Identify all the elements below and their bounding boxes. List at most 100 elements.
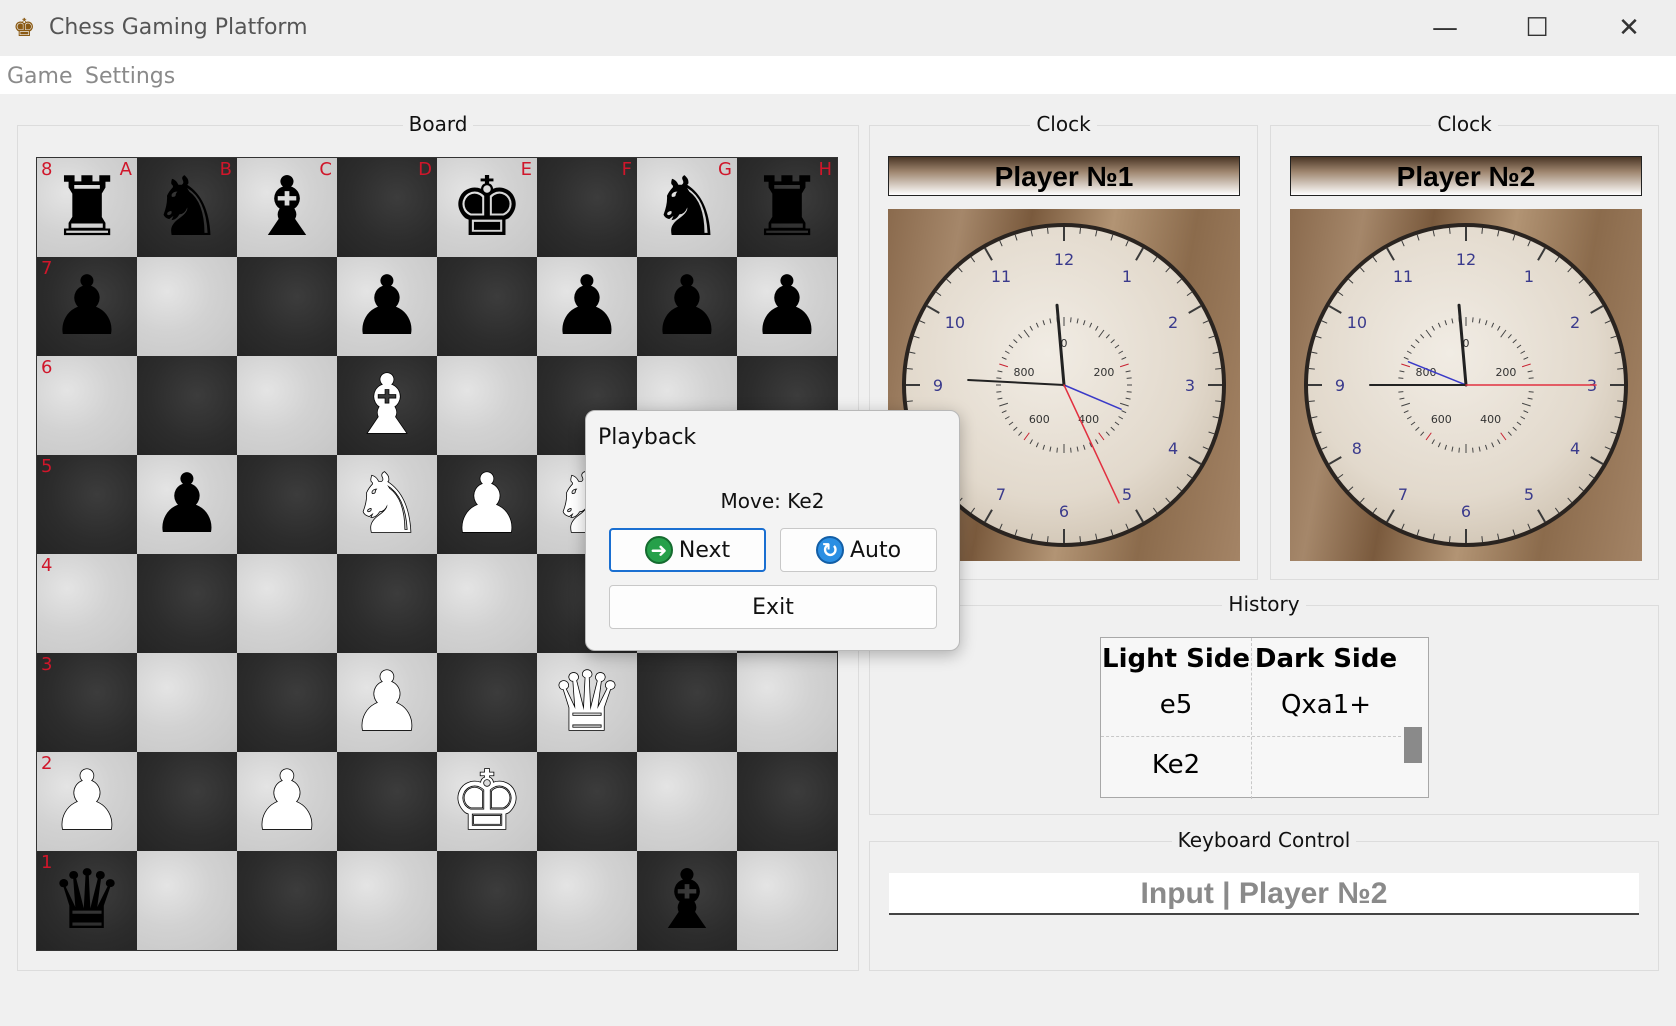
black-bishop-g1[interactable]: ♝ (637, 851, 737, 950)
black-pawn-b5[interactable]: ♟ (137, 455, 237, 554)
square-d8[interactable]: D (337, 158, 437, 257)
clock-hour-label: 3 (1185, 376, 1195, 395)
clock-hour-label: 6 (1461, 502, 1471, 521)
white-bishop-d6[interactable]: ♝ (337, 356, 437, 455)
white-knight-d5[interactable]: ♞ (337, 455, 437, 554)
clock-1-title: Clock (1030, 112, 1097, 136)
window-title: Chess Gaming Platform (49, 15, 308, 40)
black-king-e8[interactable]: ♚ (437, 158, 537, 257)
clock-hour-label: 5 (1524, 485, 1534, 504)
white-pawn-d3[interactable]: ♟ (337, 653, 437, 752)
refresh-icon: ↻ (815, 536, 844, 564)
clock-sub-label: 200 (1495, 366, 1516, 379)
clock-hour-label: 11 (1393, 267, 1413, 286)
clock-hour-label: 10 (945, 313, 965, 332)
history-row-1-dark[interactable]: Qxa1+ (1251, 690, 1401, 720)
black-knight-b8[interactable]: ♞ (137, 158, 237, 257)
square-e6[interactable] (437, 356, 537, 455)
square-c1[interactable] (237, 851, 337, 950)
square-e1[interactable] (437, 851, 537, 950)
square-h3[interactable] (737, 653, 837, 752)
clock-sub-label: 400 (1078, 413, 1099, 426)
black-pawn-d7[interactable]: ♟ (337, 257, 437, 356)
square-b2[interactable] (137, 752, 237, 851)
square-a4[interactable]: 4 (37, 554, 137, 653)
maximize-icon: ☐ (1525, 13, 1549, 43)
white-pawn-c2[interactable]: ♟ (237, 752, 337, 851)
clock-hour-label: 12 (1054, 250, 1074, 269)
menu-settings[interactable]: Settings (85, 64, 175, 89)
square-a5[interactable]: 5 (37, 455, 137, 554)
square-c6[interactable] (237, 356, 337, 455)
square-g2[interactable] (637, 752, 737, 851)
square-f2[interactable] (537, 752, 637, 851)
black-pawn-f7[interactable]: ♟ (537, 257, 637, 356)
square-b4[interactable] (137, 554, 237, 653)
square-d2[interactable] (337, 752, 437, 851)
clock-2-title: Clock (1431, 112, 1498, 136)
square-e3[interactable] (437, 653, 537, 752)
square-c7[interactable] (237, 257, 337, 356)
square-f8[interactable]: F (537, 158, 637, 257)
clock-hour-label: 2 (1570, 313, 1580, 332)
square-f1[interactable] (537, 851, 637, 950)
rank-label: 5 (41, 456, 53, 477)
black-pawn-h7[interactable]: ♟ (737, 257, 837, 356)
close-icon: ✕ (1618, 13, 1640, 43)
next-button[interactable]: ➜ Next (609, 528, 766, 572)
square-h2[interactable] (737, 752, 837, 851)
white-queen-f3[interactable]: ♛ (537, 653, 637, 752)
history-scrollbar[interactable] (1404, 727, 1422, 763)
square-h1[interactable] (737, 851, 837, 950)
player-2-clock: 12 1 2 3 4 5 6 7 8 9 10 11 0 200 400 600 800 (1290, 209, 1642, 561)
square-d4[interactable] (337, 554, 437, 653)
minimize-icon: — (1432, 13, 1458, 43)
square-e4[interactable] (437, 554, 537, 653)
exit-button[interactable]: Exit (609, 585, 937, 629)
clock-hour-label: 12 (1456, 250, 1476, 269)
history-row-2-light[interactable]: Ke2 (1101, 750, 1251, 780)
minimize-button[interactable]: — (1400, 0, 1490, 56)
black-rook-h8[interactable]: ♜ (737, 158, 837, 257)
close-button[interactable]: ✕ (1584, 0, 1674, 56)
square-b6[interactable] (137, 356, 237, 455)
white-pawn-a2[interactable]: ♟ (37, 752, 137, 851)
maximize-button[interactable]: ☐ (1492, 0, 1582, 56)
square-g3[interactable] (637, 653, 737, 752)
clock-hour-label: 4 (1570, 439, 1580, 458)
black-knight-g8[interactable]: ♞ (637, 158, 737, 257)
square-b3[interactable] (137, 653, 237, 752)
crown-icon: ♚ (13, 13, 36, 42)
square-a3[interactable]: 3 (37, 653, 137, 752)
black-pawn-a7[interactable]: ♟ (37, 257, 137, 356)
file-label: D (418, 159, 432, 180)
rank-label: 4 (41, 555, 53, 576)
black-rook-a8[interactable]: ♜ (37, 158, 137, 257)
white-pawn-e5[interactable]: ♟ (437, 455, 537, 554)
menu-game[interactable]: Game (7, 64, 73, 89)
keyboard-input[interactable]: Input | Player №2 (889, 873, 1639, 915)
history-col-dark: Dark Side (1254, 644, 1398, 674)
black-queen-a1[interactable]: ♛ (37, 851, 137, 950)
black-bishop-c8[interactable]: ♝ (237, 158, 337, 257)
white-king-e2[interactable]: ♚ (437, 752, 537, 851)
clock-hour-label: 8 (1352, 439, 1362, 458)
square-e7[interactable] (437, 257, 537, 356)
square-b1[interactable] (137, 851, 237, 950)
clock-hour-label: 5 (1122, 485, 1132, 504)
clock-hour-label: 9 (933, 376, 943, 395)
square-c4[interactable] (237, 554, 337, 653)
history-table[interactable]: Light Side Dark Side e5 Qxa1+ Ke2 (1100, 637, 1429, 799)
black-pawn-g7[interactable]: ♟ (637, 257, 737, 356)
square-a6[interactable]: 6 (37, 356, 137, 455)
square-c3[interactable] (237, 653, 337, 752)
file-label: F (621, 159, 632, 180)
square-d1[interactable] (337, 851, 437, 950)
square-c5[interactable] (237, 455, 337, 554)
auto-button[interactable]: ↻ Auto (780, 528, 937, 572)
history-row-1-light[interactable]: e5 (1101, 690, 1251, 720)
move-label: Move: Ke2 (720, 489, 825, 513)
clock-hour-label: 4 (1168, 439, 1178, 458)
square-b7[interactable] (137, 257, 237, 356)
auto-label: Auto (849, 537, 902, 563)
